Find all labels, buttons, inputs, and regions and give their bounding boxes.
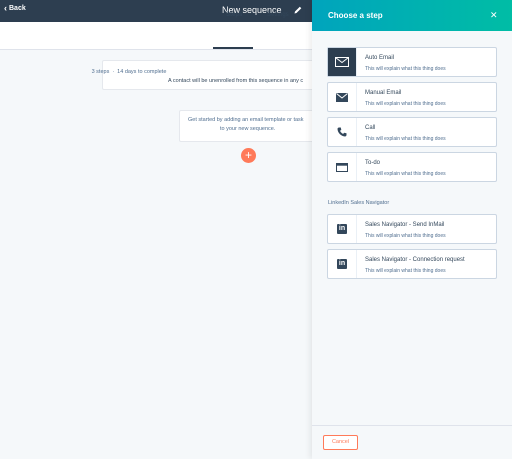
linkedin-icon: in: [328, 250, 357, 278]
close-icon[interactable]: ✕: [490, 10, 498, 21]
step-count: 3 steps: [91, 69, 110, 75]
duration: 14 days to complete: [117, 69, 167, 75]
step-description: This will explain what this thing does: [365, 268, 446, 274]
envelope-icon: [328, 83, 357, 111]
envelope-icon: [328, 48, 357, 76]
step-description: This will explain what this thing does: [365, 66, 446, 72]
unenroll-note: A contact will be unenrolled from this s…: [168, 78, 304, 84]
step-name: Call: [365, 125, 376, 131]
panel-title: Choose a step: [328, 11, 383, 20]
step-description: This will explain what this thing does: [365, 101, 446, 107]
step-manual-email[interactable]: Manual Email This will explain what this…: [327, 82, 497, 112]
linkedin-section-heading: LinkedIn Sales Navigator: [328, 200, 390, 206]
back-button[interactable]: ‹ Back: [4, 3, 26, 13]
sequence-summary-card: [102, 60, 322, 90]
step-to-do[interactable]: To-do This will explain what this thing …: [327, 152, 497, 182]
step-name: Auto Email: [365, 55, 395, 61]
step-description: This will explain what this thing does: [365, 171, 446, 177]
separator-dot: ·: [112, 69, 115, 75]
get-started-text-2: to your new sequence.: [220, 126, 276, 132]
step-description: This will explain what this thing does: [365, 233, 446, 239]
pencil-icon[interactable]: [293, 5, 303, 15]
add-step-button[interactable]: +: [241, 148, 256, 163]
phone-icon: [328, 118, 357, 146]
cancel-button[interactable]: Cancel: [323, 435, 358, 450]
active-tab-indicator: [213, 47, 253, 49]
back-label: Back: [9, 5, 26, 12]
step-name: Manual Email: [365, 90, 402, 96]
get-started-text: Get started by adding an email template …: [188, 117, 304, 123]
plus-icon: +: [244, 148, 252, 162]
step-description: This will explain what this thing does: [365, 136, 446, 142]
step-name: Sales Navigator - Send InMail: [365, 222, 445, 228]
step-sales-navigator-connection[interactable]: in Sales Navigator - Connection request …: [327, 249, 497, 279]
task-icon: [328, 153, 357, 181]
step-auto-email[interactable]: Auto Email This will explain what this t…: [327, 47, 497, 77]
sequence-stats: 3 steps · 14 days to complete: [0, 69, 258, 75]
tab-steps[interactable]: Steps: [226, 12, 242, 18]
step-sales-navigator-inmail[interactable]: in Sales Navigator - Send InMail This wi…: [327, 214, 497, 244]
step-name: Sales Navigator - Connection request: [365, 257, 465, 263]
tab-settings[interactable]: Settings: [267, 12, 289, 18]
linkedin-icon: in: [328, 215, 357, 243]
step-name: To-do: [365, 160, 381, 166]
step-call[interactable]: Call This will explain what this thing d…: [327, 117, 497, 147]
chevron-left-icon: ‹: [4, 3, 7, 13]
